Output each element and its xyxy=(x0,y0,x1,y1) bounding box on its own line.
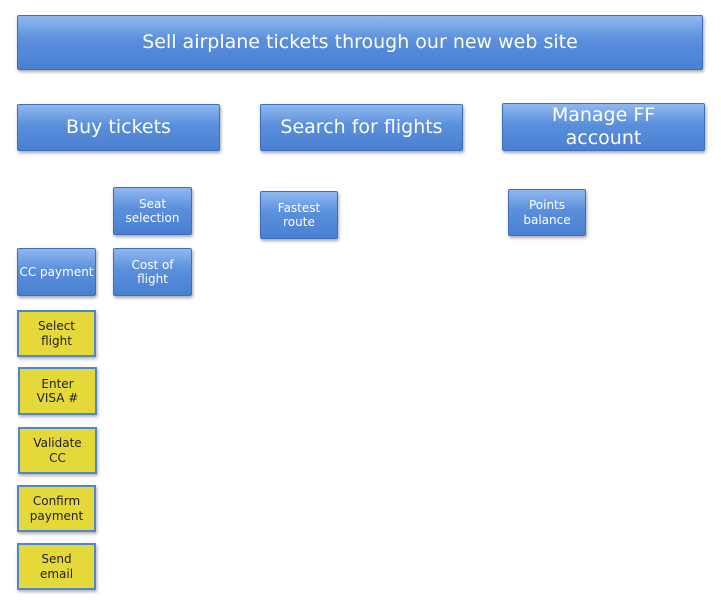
task-confirm-payment: Confirm payment xyxy=(17,485,96,532)
story-cc-payment: CC payment xyxy=(17,248,96,296)
activity-buy-tickets: Buy tickets xyxy=(17,104,220,151)
goal-card: Sell airplane tickets through our new we… xyxy=(17,15,703,70)
task-enter-visa: Enter VISA # xyxy=(18,367,97,415)
activity-manage-ff: Manage FF account xyxy=(502,103,705,151)
activity-search-flights: Search for flights xyxy=(260,104,463,151)
story-seat-selection: Seat selection xyxy=(113,187,192,235)
task-validate-cc: Validate CC xyxy=(18,427,97,474)
story-cost-of-flight: Cost of flight xyxy=(113,248,192,296)
story-points-balance: Points balance xyxy=(508,189,586,236)
task-select-flight: Select flight xyxy=(17,310,96,357)
story-fastest-route: Fastest route xyxy=(260,191,338,239)
task-send-email: Send email xyxy=(17,543,96,590)
